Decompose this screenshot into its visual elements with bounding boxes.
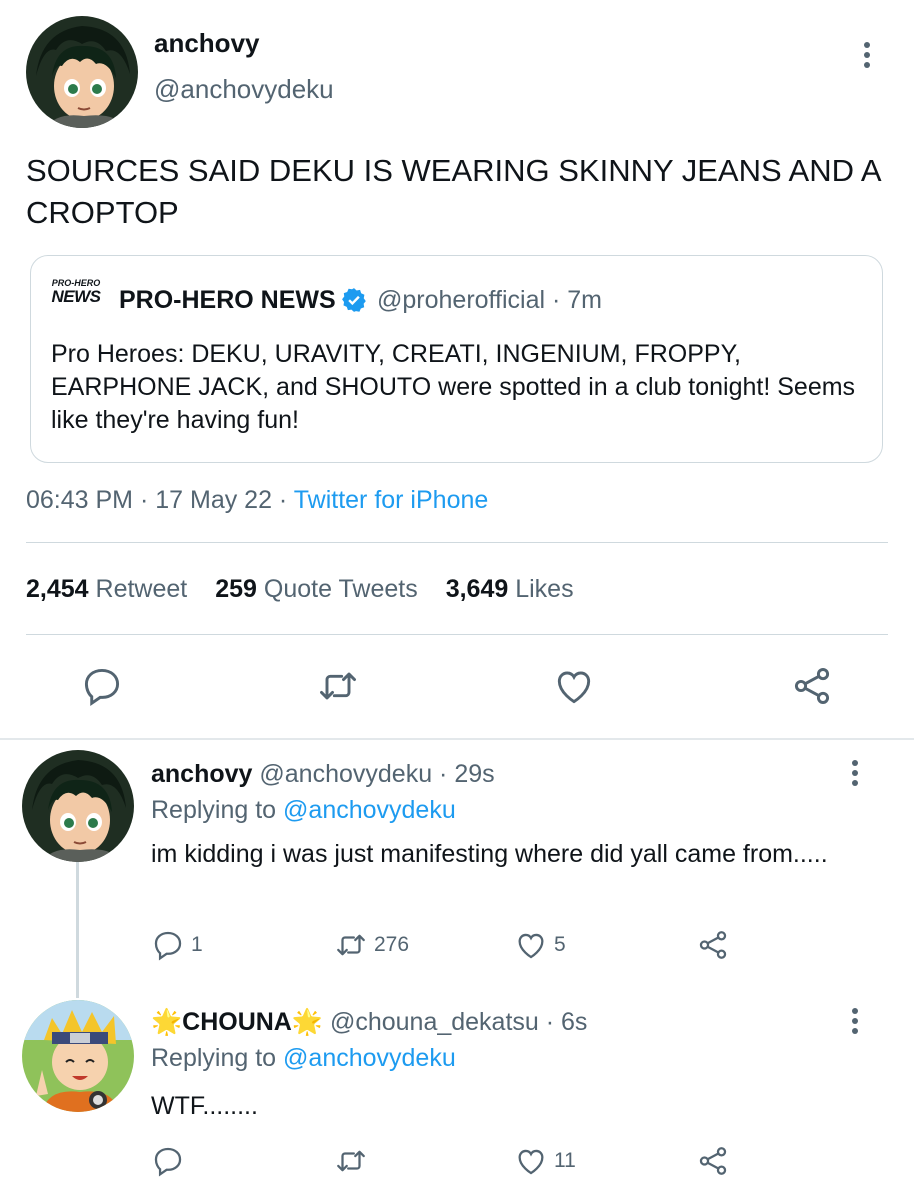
- reply-icon[interactable]: [80, 664, 124, 708]
- reply-handle-time[interactable]: @anchovydeku · 29s: [259, 760, 494, 788]
- retweet-icon: [337, 934, 365, 956]
- quotes-stat[interactable]: 259 Quote Tweets: [215, 575, 417, 604]
- retweet-icon: [337, 1150, 365, 1172]
- reply-button[interactable]: 1: [151, 928, 203, 962]
- reply-button[interactable]: [151, 1144, 191, 1178]
- like-button[interactable]: 11: [514, 1144, 576, 1178]
- like-icon: [518, 1149, 544, 1175]
- more-options-icon[interactable]: [852, 40, 882, 70]
- star-emoji: 🌟: [151, 1008, 183, 1036]
- reply-display-name[interactable]: anchovy: [151, 760, 252, 788]
- replying-to: Replying to @anchovydeku: [151, 796, 456, 824]
- reply-text: WTF........: [151, 1092, 258, 1120]
- quoted-handle-time: @proherofficial · 7m: [377, 286, 602, 314]
- reply-avatar[interactable]: [22, 750, 134, 862]
- tweet-date: 17 May 22: [155, 486, 272, 514]
- tweet-timestamp: 06:43 PM · 17 May 22 · Twitter for iPhon…: [26, 486, 489, 514]
- reply-header: 🌟CHOUNA🌟 @chouna_dekatsu · 6s: [151, 1008, 587, 1037]
- share-button[interactable]: [696, 1144, 736, 1178]
- tweet-time: 06:43 PM: [26, 486, 134, 514]
- verified-badge-icon: [341, 287, 367, 313]
- tweet-text: SOURCES SAID DEKU IS WEARING SKINNY JEAN…: [26, 153, 880, 230]
- author-handle[interactable]: @anchovydeku: [154, 74, 334, 105]
- like-icon[interactable]: [552, 664, 596, 708]
- divider: [26, 634, 888, 635]
- thread-connector-line: [76, 862, 79, 998]
- more-options-icon[interactable]: [840, 1006, 870, 1036]
- like-count: 5: [554, 933, 566, 956]
- replying-to-handle[interactable]: @anchovydeku: [283, 1044, 456, 1072]
- retweet-icon[interactable]: [316, 664, 360, 708]
- reply-count: 1: [191, 933, 203, 956]
- star-emoji: 🌟: [291, 1008, 323, 1036]
- tweet-source-link[interactable]: Twitter for iPhone: [294, 486, 489, 514]
- reply-header: anchovy @anchovydeku · 29s: [151, 760, 495, 789]
- likes-stat[interactable]: 3,649 Likes: [446, 575, 574, 604]
- author-display-name[interactable]: anchovy: [154, 28, 260, 59]
- share-icon: [699, 1147, 727, 1175]
- quoted-display-name: PRO-HERO NEWS: [119, 286, 336, 314]
- retweet-button[interactable]: 276: [334, 928, 409, 962]
- share-button[interactable]: [696, 928, 736, 962]
- quoted-tweet-card[interactable]: PRO-HERO NEWS PRO-HERO NEWS @proheroffic…: [30, 255, 883, 463]
- pro-hero-news-logo: PRO-HERO NEWS: [51, 278, 102, 306]
- share-icon[interactable]: [790, 664, 834, 708]
- reply-icon: [154, 931, 182, 961]
- share-icon: [699, 931, 727, 959]
- reply-handle-time[interactable]: @chouna_dekatsu · 6s: [330, 1008, 587, 1036]
- replying-to: Replying to @anchovydeku: [151, 1044, 456, 1072]
- divider: [26, 542, 888, 543]
- like-button[interactable]: 5: [514, 928, 566, 962]
- retweet-count: 276: [374, 933, 410, 956]
- like-count: 11: [554, 1149, 576, 1172]
- reply-avatar[interactable]: [22, 1000, 134, 1112]
- replying-to-handle[interactable]: @anchovydeku: [283, 796, 456, 824]
- reply-icon: [154, 1147, 182, 1177]
- like-icon: [518, 933, 544, 959]
- tweet-stats: 2,454 Retweet 259 Quote Tweets 3,649 Lik…: [26, 575, 574, 604]
- author-avatar[interactable]: [26, 16, 138, 128]
- reply-display-name[interactable]: CHOUNA: [182, 1008, 292, 1036]
- retweet-button[interactable]: [334, 1144, 374, 1178]
- quoted-tweet-text: Pro Heroes: DEKU, URAVITY, CREATI, INGEN…: [51, 340, 856, 434]
- section-separator: [0, 738, 914, 740]
- reply-text: im kidding i was just manifesting where …: [151, 840, 828, 868]
- retweets-stat[interactable]: 2,454 Retweet: [26, 575, 187, 604]
- more-options-icon[interactable]: [840, 758, 870, 788]
